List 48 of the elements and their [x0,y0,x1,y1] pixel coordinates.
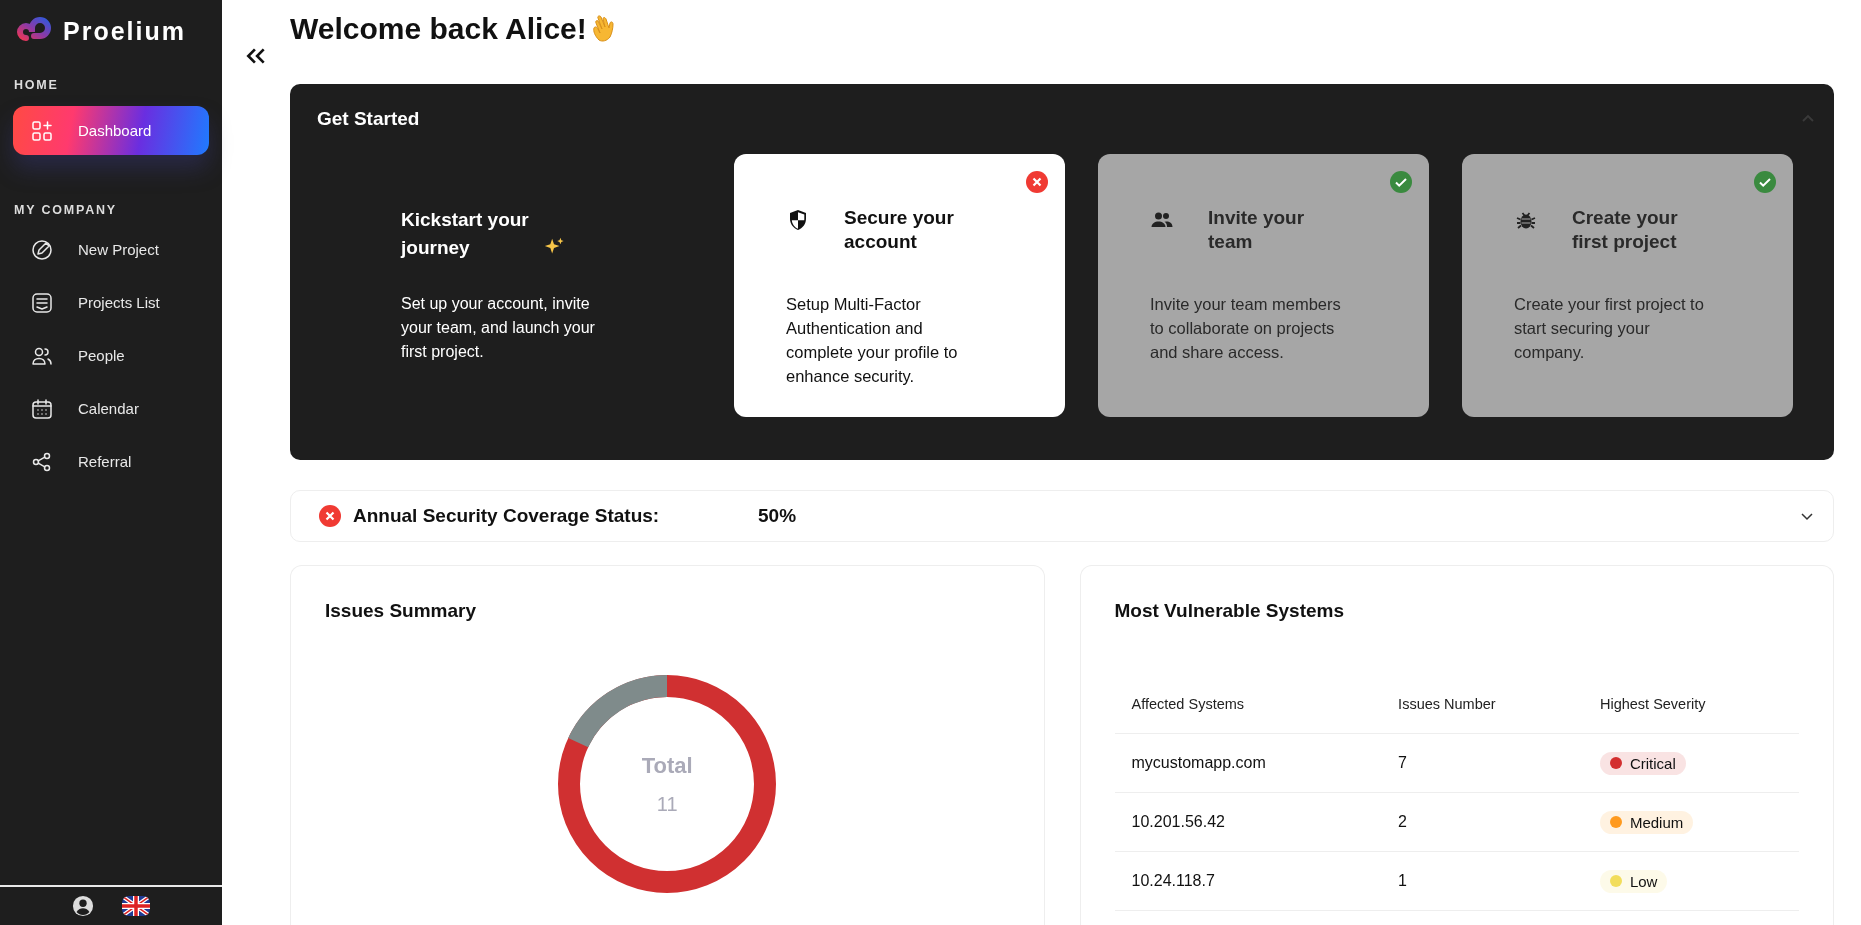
coverage-value: 50% [758,505,798,528]
column-header: Issues Number [1381,674,1583,734]
step-card[interactable]: Create your first project Create your first project to start securing your company. [1462,154,1793,418]
panel-title: Get Started [317,108,420,131]
table-cell: 1 [1381,851,1583,911]
severity-tag: Critical [1599,751,1686,775]
column-header: Highest Severity [1582,674,1799,734]
table-cell: 10.24.118.7 [1114,851,1382,911]
severity-tag: Low [1599,869,1668,893]
table-cell: 2 [1381,792,1583,852]
panel-title: Most Vulnerable Systems [1114,600,1345,622]
step-title: Secure your account [844,206,955,255]
coverage-bar[interactable]: Annual Security Coverage Status: 50% [290,490,1834,542]
sidebar-item[interactable]: Calendar [13,384,209,433]
column-header: Affected Systems [1114,674,1382,734]
user-icon[interactable] [72,895,94,917]
total-label: Total [641,752,693,779]
intro-title: Kickstart your journey [401,208,530,261]
sidebar-item[interactable]: Dashboard [13,106,209,155]
step-title: Create your first project [1572,206,1679,255]
step-card[interactable]: Secure your account Setup Multi-Factor Authentication and complete your profile to enhance security. [734,154,1065,418]
list-icon [30,290,54,315]
sidebar-item[interactable]: Referral [13,437,209,486]
welcome-heading: Welcome back Alice! [290,11,587,46]
sidebar-item[interactable]: Projects List [13,278,209,327]
grid-icon [30,118,54,143]
section-title: MY COMPANY [13,203,118,217]
table-cell: 10.201.56.42 [1114,792,1382,852]
flag-icon[interactable] [122,896,150,916]
severity-tag: Medium [1599,810,1694,834]
section-title: HOME [13,78,60,92]
step-title: Invite your team [1208,206,1306,255]
step-description: Invite your team members to collaborate on projects and share access. [1150,294,1342,364]
coverage-label: Annual Security Coverage Status: [353,505,661,528]
intro-text: Set up your account, invite your team, and launch your first project. [401,294,596,363]
brand-name: Proelium [63,16,186,46]
pencil-icon [30,237,54,262]
table-cell: mycustomapp.com [1114,733,1382,793]
sidebar-item[interactable]: New Project [13,225,209,274]
step-description: Setup Multi-Factor Authentication and complete your profile to enhance security. [786,294,959,388]
step-card[interactable]: Invite your team Invite your team members to collaborate on projects and share access. [1098,154,1429,418]
sidebar-item[interactable]: People [13,331,209,380]
calendar-icon [30,396,54,421]
panel-title: Issues Summary [325,600,478,622]
total-value: 11 [656,792,678,816]
double-chevron-icon[interactable] [245,46,267,66]
step-description: Create your first project to start securing your company. [1514,294,1705,364]
table-cell: 7 [1381,733,1583,793]
